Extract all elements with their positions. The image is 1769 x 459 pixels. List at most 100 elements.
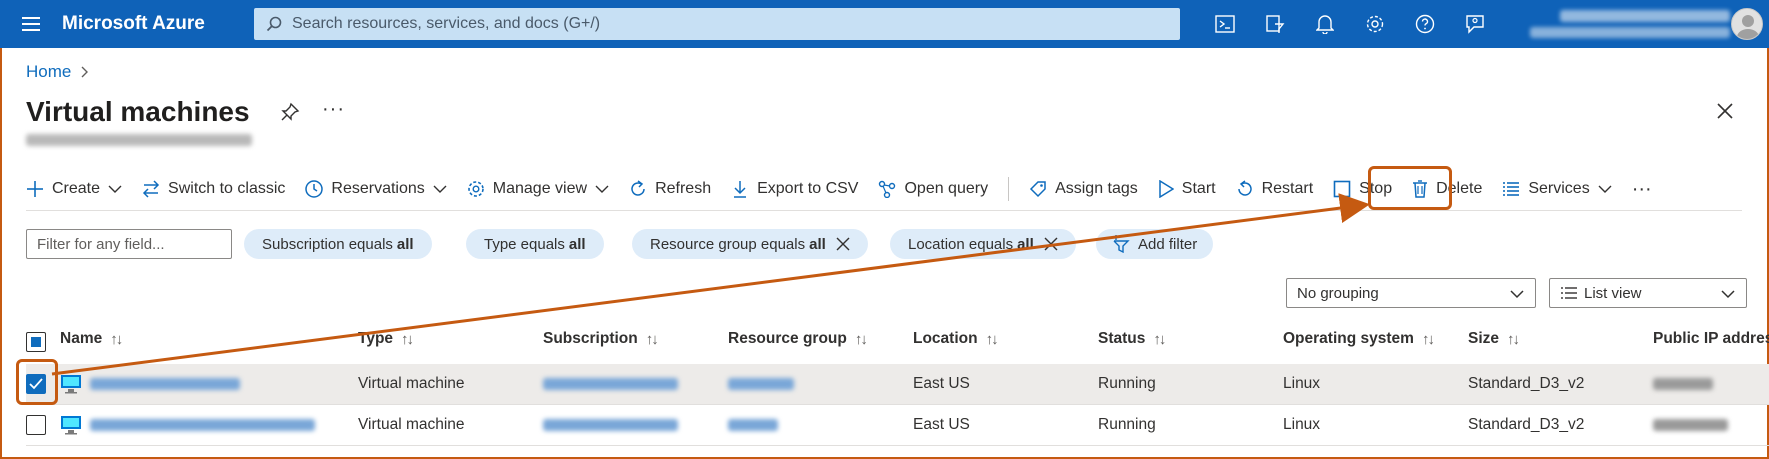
list-icon — [1503, 182, 1520, 196]
location-cell: East US — [913, 375, 970, 392]
column-header-size[interactable]: Size ↑↓ — [1468, 330, 1520, 348]
play-icon — [1159, 180, 1174, 198]
open-query-button[interactable]: Open query — [878, 180, 988, 198]
breadcrumb-home-link[interactable]: Home — [26, 62, 71, 82]
type-filter-pill[interactable]: Type equals all — [466, 229, 604, 259]
select-all-box[interactable] — [26, 332, 46, 352]
resource-group-link[interactable] — [728, 405, 778, 445]
page-title: Virtual machines — [26, 96, 250, 127]
grouping-dropdown[interactable]: No grouping — [1286, 278, 1536, 308]
resource-group-filter-pill[interactable]: Resource group equals all — [632, 229, 868, 259]
sort-icon: ↑↓ — [854, 330, 868, 348]
manage-view-button[interactable]: Manage view — [467, 180, 609, 198]
row-checkbox[interactable] — [26, 405, 46, 445]
remove-filter-icon[interactable] — [836, 237, 850, 251]
column-header-operating-system[interactable]: Operating system ↑↓ — [1283, 330, 1435, 348]
settings-gear-icon[interactable] — [1350, 0, 1400, 48]
table-row[interactable]: Virtual machine East US Running Linux St… — [26, 364, 1769, 404]
resource-group-link[interactable] — [728, 364, 794, 404]
column-label: Subscription — [543, 330, 638, 347]
assign-tags-button[interactable]: Assign tags — [1029, 180, 1138, 198]
column-header-public-ip[interactable]: Public IP address — [1653, 330, 1769, 348]
vm-name-link[interactable] — [60, 405, 315, 445]
refresh-icon — [631, 180, 645, 196]
list-view-dropdown[interactable]: List view — [1549, 278, 1747, 308]
refresh-label: Refresh — [655, 180, 712, 197]
gear-icon — [467, 181, 484, 197]
manage-view-label: Manage view — [492, 180, 588, 197]
subscription-redacted — [543, 419, 678, 431]
account-info[interactable] — [1500, 7, 1730, 41]
pin-icon[interactable] — [280, 102, 300, 127]
brand-title[interactable]: Microsoft Azure — [62, 13, 252, 35]
start-button[interactable]: Start — [1158, 180, 1216, 198]
global-search-input[interactable]: Search resources, services, and docs (G+… — [254, 8, 1180, 40]
column-label: Status — [1098, 330, 1146, 347]
open-query-label: Open query — [904, 180, 989, 197]
hamburger-menu-icon[interactable] — [0, 0, 62, 48]
avatar[interactable] — [1731, 8, 1763, 40]
table-row[interactable]: Virtual machine East US Running Linux St… — [26, 405, 1769, 445]
remove-filter-icon[interactable] — [1044, 237, 1058, 251]
export-csv-label: Export to CSV — [757, 180, 859, 197]
select-all-checkbox[interactable] — [26, 332, 46, 352]
table-header: Name ↑↓ Type ↑↓ Subscription ↑↓ Resource gr… — [26, 330, 1769, 354]
column-label: Name — [60, 330, 103, 347]
status-cell: Running — [1098, 375, 1156, 392]
refresh-button[interactable]: Refresh — [629, 180, 711, 198]
feedback-icon[interactable] — [1450, 0, 1500, 48]
pill-value: all — [568, 235, 586, 253]
query-nodes-icon — [879, 180, 896, 198]
reservations-button[interactable]: Reservations — [305, 180, 447, 198]
subscription-filter-pill[interactable]: Subscription equals all — [244, 229, 432, 259]
column-header-resource-group[interactable]: Resource group ↑↓ — [728, 330, 868, 348]
subscription-link[interactable] — [543, 405, 678, 445]
column-header-type[interactable]: Type ↑↓ — [358, 330, 414, 348]
location-filter-pill[interactable]: Location equals all — [890, 229, 1076, 259]
chevron-down-icon — [595, 185, 609, 193]
public-ip-link[interactable] — [1653, 405, 1728, 445]
close-icon[interactable] — [1716, 102, 1734, 125]
pill-label: Type equals — [484, 235, 565, 253]
services-button[interactable]: Services — [1502, 180, 1612, 198]
export-csv-button[interactable]: Export to CSV — [731, 180, 858, 198]
list-view-value: List view — [1584, 284, 1642, 302]
switch-to-classic-button[interactable]: Switch to classic — [142, 180, 285, 198]
toolbar-more-button[interactable]: ··· — [1632, 178, 1652, 201]
location-cell: East US — [913, 416, 970, 433]
chevron-down-icon — [1721, 290, 1735, 299]
public-ip-link[interactable] — [1653, 364, 1713, 404]
row-divider — [26, 445, 1769, 446]
type-cell: Virtual machine — [358, 375, 465, 392]
column-label: Resource group — [728, 330, 847, 347]
restart-button[interactable]: Restart — [1236, 180, 1314, 198]
column-header-location[interactable]: Location ↑↓ — [913, 330, 999, 348]
chevron-down-icon — [1510, 290, 1524, 299]
column-header-subscription[interactable]: Subscription ↑↓ — [543, 330, 659, 348]
sort-icon: ↑↓ — [1153, 330, 1166, 348]
pill-value: all — [1017, 235, 1034, 253]
virtual-machine-icon — [61, 416, 81, 435]
help-icon[interactable] — [1400, 0, 1450, 48]
checkbox-unchecked[interactable] — [26, 415, 46, 435]
resource-group-redacted — [728, 419, 778, 431]
account-directory-redacted — [1530, 27, 1730, 38]
directory-filter-icon[interactable] — [1250, 0, 1300, 48]
pill-label: Subscription equals — [262, 235, 393, 253]
create-button[interactable]: Create — [26, 180, 122, 198]
filter-input[interactable]: Filter for any field... — [26, 229, 232, 259]
size-cell: Standard_D3_v2 — [1468, 375, 1585, 392]
page-more-button[interactable]: ··· — [322, 98, 345, 121]
assign-tags-label: Assign tags — [1055, 180, 1138, 197]
chevron-right-icon — [81, 66, 89, 78]
vm-name-link[interactable] — [60, 364, 240, 404]
add-filter-button[interactable]: Add filter — [1096, 229, 1214, 259]
column-label: Size — [1468, 330, 1500, 347]
column-header-name[interactable]: Name ↑↓ — [60, 330, 123, 348]
clock-icon — [305, 180, 324, 198]
restart-label: Restart — [1261, 180, 1314, 197]
notifications-bell-icon[interactable] — [1300, 0, 1350, 48]
cloud-shell-icon[interactable] — [1200, 0, 1250, 48]
column-header-status[interactable]: Status ↑↓ — [1098, 330, 1166, 348]
subscription-link[interactable] — [543, 364, 678, 404]
